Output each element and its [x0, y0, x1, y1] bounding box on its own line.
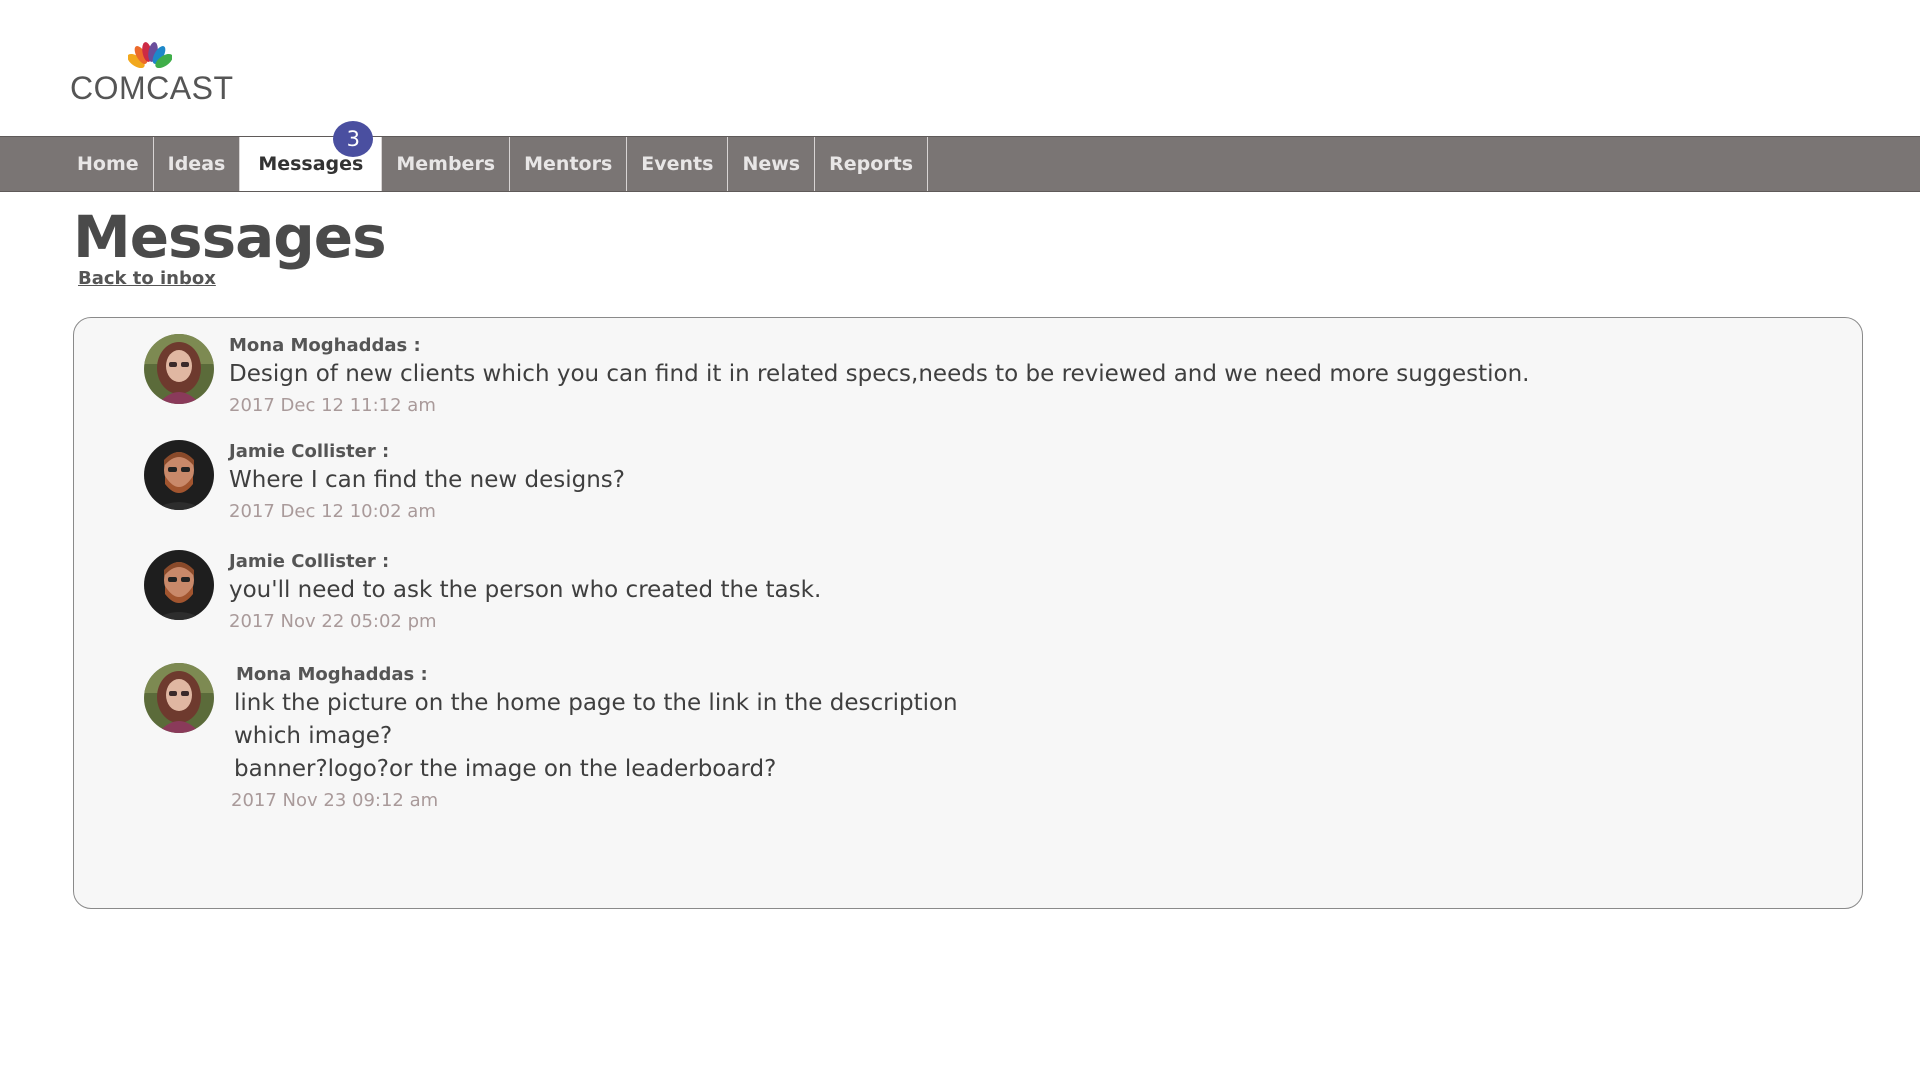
sender-name: Jamie Collister : — [229, 551, 390, 572]
user-photo-icon — [144, 663, 214, 733]
nav-item-label: News — [742, 153, 801, 175]
message-text: link the picture on the home page to the… — [234, 690, 958, 716]
back-to-inbox-link[interactable]: Back to inbox — [78, 268, 216, 289]
comcast-logo[interactable]: COMCAST — [70, 42, 233, 112]
nav-item-messages[interactable]: Messages 3 — [240, 121, 383, 191]
unread-count-badge: 3 — [333, 121, 374, 157]
nav-item-label: Home — [77, 153, 139, 175]
message-text: Where I can find the new designs? — [229, 467, 625, 493]
message-text: Design of new clients which you can find… — [229, 361, 1530, 387]
user-photo-icon — [144, 550, 214, 620]
sender-name: Jamie Collister : — [229, 441, 390, 462]
main-nav: Home Ideas Messages 3 Members Mentors Ev… — [0, 121, 1920, 192]
message-text: you'll need to ask the person who create… — [229, 577, 822, 603]
nav-item-label: Mentors — [524, 153, 613, 175]
avatar-mona[interactable] — [144, 663, 214, 733]
nav-item-events[interactable]: Events — [627, 137, 729, 191]
page-title: Messages — [73, 203, 387, 271]
nav-item-label: Ideas — [167, 153, 226, 175]
avatar-jamie[interactable] — [144, 550, 214, 620]
sender-name: Mona Moghaddas : — [236, 664, 428, 685]
avatar-mona[interactable] — [144, 334, 214, 404]
user-photo-icon — [144, 334, 214, 404]
message-timestamp: 2017 Dec 12 10:02 am — [229, 501, 436, 522]
nav-item-label: Reports — [829, 153, 914, 175]
message-timestamp: 2017 Dec 12 11:12 am — [229, 395, 436, 416]
nav-item-label: Events — [641, 153, 714, 175]
avatar-jamie[interactable] — [144, 440, 214, 510]
message-text: banner?logo?or the image on the leaderbo… — [234, 756, 777, 782]
nav-item-ideas[interactable]: Ideas — [154, 137, 241, 191]
message-timestamp: 2017 Nov 23 09:12 am — [231, 790, 439, 811]
user-photo-icon — [144, 440, 214, 510]
sender-name: Mona Moghaddas : — [229, 335, 421, 356]
logo-wordmark: COMCAST — [70, 70, 234, 106]
nav-item-reports[interactable]: Reports — [815, 137, 929, 191]
nav-item-mentors[interactable]: Mentors — [510, 137, 628, 191]
nav-item-label: Members — [396, 153, 496, 175]
message-text: which image? — [234, 723, 393, 749]
message-timestamp: 2017 Nov 22 05:02 pm — [229, 611, 437, 632]
nav-item-news[interactable]: News — [728, 137, 816, 191]
nav-item-home[interactable]: Home — [63, 137, 154, 191]
message-thread: Mona Moghaddas : Design of new clients w… — [73, 317, 1863, 909]
peacock-icon — [128, 42, 172, 70]
nav-item-members[interactable]: Members — [382, 137, 511, 191]
